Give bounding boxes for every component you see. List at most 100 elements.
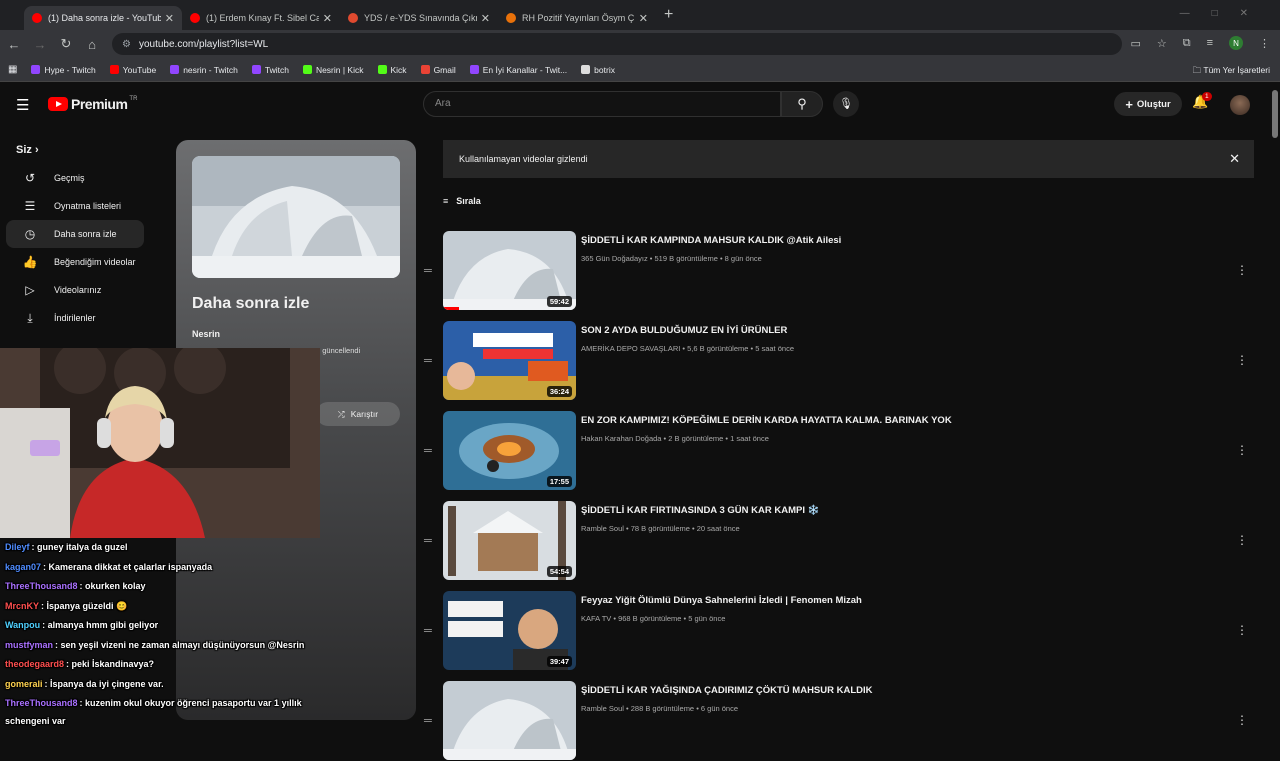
sidebar-you-heading[interactable]: Siz ›: [0, 130, 150, 164]
close-tab-icon[interactable]: ✕: [165, 12, 174, 25]
close-tab-icon[interactable]: ✕: [639, 12, 648, 25]
home-icon[interactable]: ⌂: [80, 37, 104, 52]
video-thumbnail[interactable]: 36:24: [443, 321, 576, 400]
sidebar-item-label: Videolarınız: [54, 285, 102, 295]
video-thumbnail[interactable]: 39:47: [443, 591, 576, 670]
chat-username[interactable]: theodegaard8: [5, 659, 64, 669]
playlist-video-row[interactable]: ═ 54:54 ŞİDDETLİ KAR FIRTINASINDA 3 GÜN KA…: [420, 501, 1260, 581]
video-title[interactable]: ŞİDDETLİ KAR KAMPINDA MAHSUR KALDIK @Ati…: [581, 235, 841, 246]
chat-username[interactable]: Dileyf: [5, 542, 30, 552]
new-tab-button[interactable]: +: [664, 6, 673, 24]
apps-grid-icon[interactable]: ▦: [8, 64, 17, 75]
extensions-icon[interactable]: ⧉: [1183, 37, 1191, 50]
search-icon: ⚲: [797, 96, 807, 111]
shuffle-button[interactable]: ⤮ Karıştır: [316, 402, 400, 426]
more-actions-icon[interactable]: ⋮: [1236, 713, 1248, 727]
drag-handle-icon[interactable]: ═: [424, 715, 432, 727]
sidebar-item[interactable]: ⤓ İndirilenler: [6, 304, 144, 332]
bookmark-item[interactable]: Gmail: [420, 65, 456, 75]
voice-search-button[interactable]: 🎙: [833, 91, 859, 117]
playlist-video-row[interactable]: ═ 59:42 ŞİDDETLİ KAR KAMPINDA MAHSUR KALDI…: [420, 231, 1260, 311]
playlist-video-row[interactable]: ═ 36:24 SON 2 AYDA BULDUĞUMUZ EN İYİ ÜRÜNL…: [420, 321, 1260, 401]
sidebar-item[interactable]: ↺ Geçmiş: [6, 164, 144, 192]
notifications-button[interactable]: 🔔 1: [1192, 92, 1212, 110]
create-button[interactable]: + Oluştur: [1114, 92, 1182, 116]
sidebar-item[interactable]: ☰ Oynatma listeleri: [6, 192, 144, 220]
all-bookmarks-link[interactable]: 🗀 Tüm Yer İşaretleri: [1193, 65, 1270, 79]
browser-menu-icon[interactable]: ⋮: [1259, 37, 1270, 50]
video-thumbnail[interactable]: 17:55: [443, 411, 576, 490]
reload-icon[interactable]: ↻: [54, 36, 78, 52]
bookmark-item[interactable]: Hype - Twitch: [31, 65, 96, 75]
bookmark-item[interactable]: nesrin - Twitch: [170, 65, 238, 75]
playlist-video-row[interactable]: ═ 17:55 EN ZOR KAMPIMIZ! KÖPEĞİMLE DERİN K…: [420, 411, 1260, 491]
search-button[interactable]: ⚲: [781, 91, 823, 117]
video-thumbnail[interactable]: [443, 681, 576, 760]
chat-message: MrcnKY: İspanya güzeldi 😊: [0, 597, 345, 617]
back-icon[interactable]: ←: [2, 37, 26, 52]
drag-handle-icon[interactable]: ═: [424, 445, 432, 457]
all-bookmarks-label: Tüm Yer İşaretleri: [1203, 65, 1270, 75]
sidebar-item-label: Beğendiğim videolar: [54, 257, 136, 267]
bookmark-star-icon[interactable]: ☆: [1157, 37, 1167, 50]
sidebar-item[interactable]: ▷ Videolarınız: [6, 276, 144, 304]
video-title[interactable]: ŞİDDETLİ KAR FIRTINASINDA 3 GÜN KAR KAMP…: [581, 505, 819, 516]
chat-username[interactable]: ThreeThousand8: [5, 581, 78, 591]
bookmark-item[interactable]: YouTube: [109, 65, 156, 75]
video-title[interactable]: Feyyaz Yiğit Ölümlü Dünya Sahnelerini İz…: [581, 595, 862, 606]
close-tab-icon[interactable]: ✕: [323, 12, 332, 25]
window-controls[interactable]: —□✕: [1180, 8, 1270, 19]
more-actions-icon[interactable]: ⋮: [1236, 533, 1248, 547]
sort-button[interactable]: ≡ Sırala: [443, 196, 481, 206]
video-meta: Ramble Soul • 288 B görüntüleme • 6 gün …: [581, 704, 739, 713]
video-title[interactable]: SON 2 AYDA BULDUĞUMUZ EN İYİ ÜRÜNLER: [581, 325, 787, 336]
playlist-video-row[interactable]: ═ ŞİDDETLİ KAR YAĞIŞINDA ÇADIRIMIZ ÇÖKTÜ …: [420, 681, 1260, 761]
chat-username[interactable]: kagan07: [5, 562, 41, 572]
more-actions-icon[interactable]: ⋮: [1236, 263, 1248, 277]
menu-icon[interactable]: ☰: [16, 96, 29, 114]
bookmark-item[interactable]: Nesrin | Kick: [302, 65, 364, 75]
browser-tab[interactable]: RH Pozitif Yayınları Ösym Çıkmı... ✕: [498, 6, 656, 30]
close-tab-icon[interactable]: ✕: [481, 12, 490, 25]
chat-username[interactable]: MrcnKY: [5, 601, 39, 611]
bookmark-item[interactable]: Kick: [377, 65, 407, 75]
sidebar-item[interactable]: ◷ Daha sonra izle: [6, 220, 144, 248]
cast-icon[interactable]: ▭: [1130, 37, 1140, 50]
browser-tab[interactable]: (1) Erdem Kınay Ft. Sibel Can - ... ✕: [182, 6, 340, 30]
browser-tab[interactable]: (1) Daha sonra izle - YouTube ✕: [24, 6, 182, 30]
video-title[interactable]: ŞİDDETLİ KAR YAĞIŞINDA ÇADIRIMIZ ÇÖKTÜ M…: [581, 685, 873, 696]
user-avatar[interactable]: [1230, 95, 1250, 115]
drag-handle-icon[interactable]: ═: [424, 265, 432, 277]
youtube-logo[interactable]: Premium TR: [48, 96, 137, 112]
page-scrollbar[interactable]: [1272, 90, 1278, 138]
more-actions-icon[interactable]: ⋮: [1236, 353, 1248, 367]
browser-tab[interactable]: YDS / e-YDS Sınavında Çıkmış... ✕: [340, 6, 498, 30]
playlist-owner[interactable]: Nesrin: [192, 329, 220, 339]
chat-username[interactable]: ThreeThousand8: [5, 698, 78, 708]
sidebar-item[interactable]: 👍 Beğendiğim videolar: [6, 248, 144, 276]
bookmark-item[interactable]: botrix: [581, 65, 615, 75]
video-thumbnail[interactable]: 59:42: [443, 231, 576, 310]
media-icon[interactable]: ≡: [1207, 37, 1213, 49]
profile-avatar[interactable]: N: [1229, 36, 1243, 50]
drag-handle-icon[interactable]: ═: [424, 355, 432, 367]
drag-handle-icon[interactable]: ═: [424, 535, 432, 547]
drag-handle-icon[interactable]: ═: [424, 625, 432, 637]
url-bar[interactable]: ⚙ youtube.com/playlist?list=WL: [112, 33, 1122, 55]
site-info-icon[interactable]: ⚙: [122, 39, 131, 50]
playlist-video-row[interactable]: ═ 39:47 Feyyaz Yiğit Ölümlü Dünya Sahneler…: [420, 591, 1260, 671]
playlist-thumbnail[interactable]: [192, 156, 400, 278]
video-thumbnail[interactable]: 54:54: [443, 501, 576, 580]
chat-username[interactable]: mustfyman: [5, 640, 53, 650]
chevron-right-icon: ›: [34, 144, 39, 156]
more-actions-icon[interactable]: ⋮: [1236, 443, 1248, 457]
close-icon[interactable]: ✕: [1229, 140, 1240, 178]
bookmark-item[interactable]: En İyi Kanallar - Twit...: [469, 65, 567, 75]
chat-username[interactable]: Wanpou: [5, 620, 40, 630]
forward-icon[interactable]: →: [28, 37, 52, 52]
search-input[interactable]: Ara: [423, 91, 781, 117]
more-actions-icon[interactable]: ⋮: [1236, 623, 1248, 637]
video-title[interactable]: EN ZOR KAMPIMIZ! KÖPEĞİMLE DERİN KARDA H…: [581, 415, 952, 426]
bookmark-item[interactable]: Twitch: [251, 65, 289, 75]
chat-username[interactable]: gomerali: [5, 679, 43, 689]
